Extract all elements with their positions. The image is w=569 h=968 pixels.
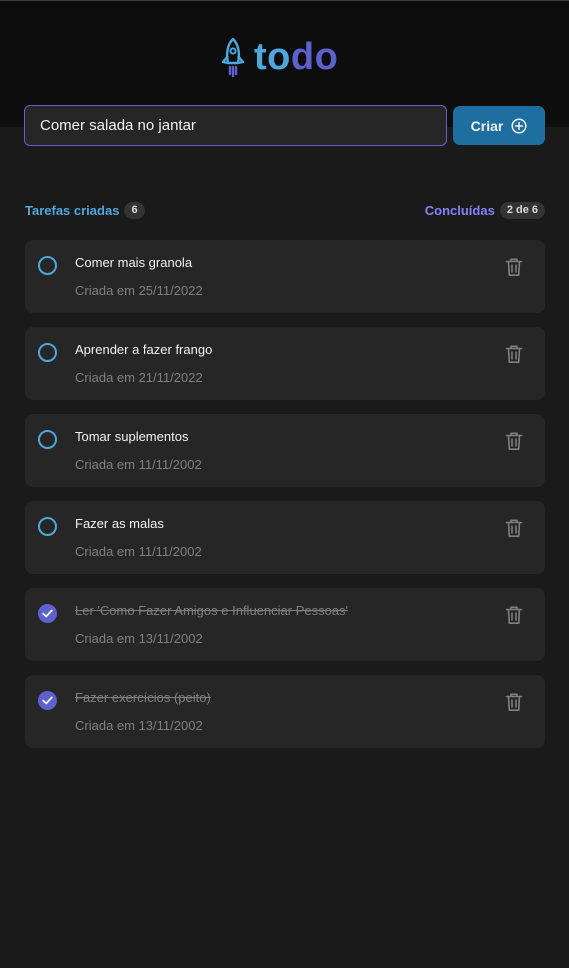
trash-icon — [505, 432, 523, 450]
task-checkbox[interactable] — [38, 691, 57, 710]
task-title: Fazer exercícios (peito) — [75, 690, 211, 705]
trash-icon — [505, 519, 523, 537]
created-tasks-label: Tarefas criadas — [25, 202, 120, 218]
task-item: Fazer exercícios (peito) Criada em 13/11… — [25, 675, 545, 748]
done-count-badge: 2 de 6 — [499, 201, 545, 219]
logo-text-to: to — [254, 36, 291, 78]
task-item: Ler 'Como Fazer Amigos e Influenciar Pes… — [25, 588, 545, 661]
task-summary: Tarefas criadas 6 Concluídas 2 de 6 — [25, 200, 545, 220]
plus-circle-icon — [511, 117, 527, 134]
task-checkbox[interactable] — [38, 343, 57, 362]
delete-task-button[interactable] — [503, 256, 525, 278]
delete-task-button[interactable] — [503, 343, 525, 365]
task-date: Criada em 21/11/2022 — [75, 370, 203, 385]
task-title: Fazer as malas — [75, 516, 164, 531]
task-item: Tomar suplementos Criada em 11/11/2002 — [25, 414, 545, 487]
trash-icon — [505, 606, 523, 624]
create-task-button[interactable]: Criar — [453, 106, 545, 145]
task-date: Criada em 11/11/2002 — [75, 544, 202, 559]
task-title: Ler 'Como Fazer Amigos e Influenciar Pes… — [75, 603, 349, 618]
task-checkbox[interactable] — [38, 430, 57, 449]
task-item: Aprender a fazer frango Criada em 21/11/… — [25, 327, 545, 400]
trash-icon — [505, 258, 523, 276]
done-tasks-counter: Concluídas 2 de 6 — [424, 201, 545, 219]
created-tasks-counter: Tarefas criadas 6 — [25, 201, 145, 219]
done-tasks-label: Concluídas — [424, 202, 495, 218]
logo-text-do: do — [290, 36, 339, 78]
task-item: Comer mais granola Criada em 25/11/2022 — [25, 240, 545, 313]
task-title: Aprender a fazer frango — [75, 342, 213, 357]
task-item: Fazer as malas Criada em 11/11/2002 — [25, 501, 545, 574]
new-task-input[interactable] — [24, 105, 447, 146]
task-list: Comer mais granola Criada em 25/11/2022 … — [25, 240, 545, 748]
task-checkbox[interactable] — [38, 517, 57, 536]
delete-task-button[interactable] — [503, 517, 525, 539]
task-title: Comer mais granola — [75, 255, 193, 270]
check-icon — [42, 609, 53, 618]
task-date: Criada em 25/11/2022 — [75, 283, 203, 298]
trash-icon — [505, 693, 523, 711]
new-task-form: Criar — [24, 105, 545, 146]
task-checkbox[interactable] — [38, 604, 57, 623]
task-date: Criada em 11/11/2002 — [75, 457, 202, 472]
check-icon — [42, 696, 53, 705]
created-count-badge: 6 — [124, 201, 145, 219]
logo: todo — [219, 35, 338, 79]
task-checkbox[interactable] — [38, 256, 57, 275]
task-date: Criada em 13/11/2002 — [75, 718, 203, 733]
delete-task-button[interactable] — [503, 604, 525, 626]
task-title: Tomar suplementos — [75, 429, 189, 444]
trash-icon — [505, 345, 523, 363]
create-button-label: Criar — [470, 117, 504, 134]
task-date: Criada em 13/11/2002 — [75, 631, 203, 646]
delete-task-button[interactable] — [503, 430, 525, 452]
delete-task-button[interactable] — [503, 691, 525, 713]
rocket-icon — [221, 37, 245, 77]
logo-wordmark: todo — [254, 38, 338, 76]
